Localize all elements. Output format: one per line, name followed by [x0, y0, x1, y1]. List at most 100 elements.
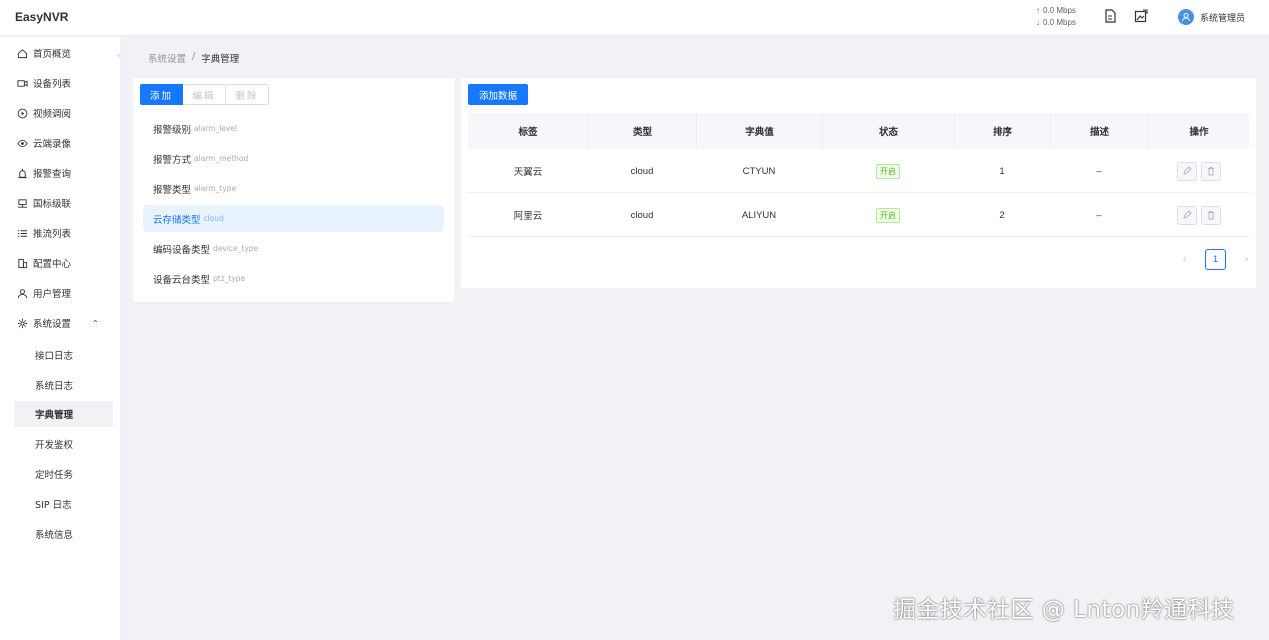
cell-desc: – — [1096, 165, 1102, 177]
sidebar-item-home[interactable]: 首页概览 — [17, 45, 113, 61]
edit-icon — [1182, 166, 1192, 175]
column-header-status: 状态 — [822, 113, 954, 149]
next-page-button[interactable]: › — [1236, 249, 1257, 270]
dict-item-code: alarm_method — [194, 154, 249, 163]
breadcrumb-separator: / — [192, 51, 196, 62]
upload-arrow-icon: ↑ — [1036, 6, 1040, 15]
column-header-actions: 操作 — [1148, 113, 1249, 149]
user-name: 系统管理员 — [1200, 13, 1246, 24]
cell-type: cloud — [630, 209, 654, 221]
edit-icon — [1182, 210, 1192, 219]
sidebar-item-cascade[interactable]: 国标级联 — [17, 195, 113, 211]
edit-row-button[interactable] — [1176, 205, 1197, 225]
watermark: 掘金技术社区 @ Lnton羚通科技 — [893, 597, 1235, 623]
sub-item-system-log[interactable]: 系统日志 — [14, 372, 113, 398]
dict-item-alarm-type[interactable]: 报警类型 alarm_type — [143, 175, 444, 202]
dict-item-alarm-method[interactable]: 报警方式 alarm_method — [143, 145, 444, 172]
breadcrumb-parent[interactable]: 系统设置 — [148, 51, 186, 65]
sidebar-item-label: 系统设置 — [33, 319, 72, 330]
gear-icon — [17, 318, 28, 328]
cell-actions — [1148, 193, 1249, 237]
list-icon — [17, 229, 28, 237]
sub-item-sip-log[interactable]: SIP 日志 — [14, 491, 113, 517]
cell-status: 开启 — [822, 193, 954, 237]
delete-button[interactable]: 删除 — [226, 84, 269, 105]
dictionary-type-panel: 添加 编辑 删除 报警级别 alarm_level 报警方式 alarm_met… — [133, 78, 454, 302]
dict-item-label: 报警级别 — [153, 124, 192, 136]
column-header-value: 字典值 — [696, 113, 822, 149]
table-row: 阿里云 cloud ALIYUN 开启 2 – — [468, 193, 1249, 237]
column-header-desc: 描述 — [1050, 113, 1148, 149]
sub-item-system-info[interactable]: 系统信息 — [14, 521, 113, 547]
dict-item-label: 编码设备类型 — [153, 244, 211, 256]
document-icon[interactable] — [1103, 9, 1117, 23]
home-icon — [17, 48, 28, 58]
sidebar-item-stream-list[interactable]: 推流列表 — [17, 225, 113, 241]
download-speed: 0.0 Mbps — [1043, 18, 1076, 27]
eye-icon — [17, 139, 28, 147]
cell-value: CTYUN — [742, 165, 776, 177]
sidebar-item-cloud-record[interactable]: 云端录像 — [17, 135, 113, 151]
trash-icon — [1207, 167, 1214, 176]
dict-item-ptz-type[interactable]: 设备云台类型 ptz_type — [143, 265, 444, 292]
sidebar: 首页概览 设备列表 视频调阅 云端录像 报警查询 国标级联 推流列表 配置中心 … — [0, 37, 121, 640]
delete-row-button[interactable] — [1200, 205, 1221, 225]
page-number-current[interactable]: 1 — [1205, 249, 1226, 270]
edit-button[interactable]: 编辑 — [183, 84, 226, 105]
sidebar-item-devices[interactable]: 设备列表 — [17, 75, 113, 91]
delete-row-button[interactable] — [1200, 161, 1221, 181]
image-export-icon[interactable] — [1134, 9, 1148, 23]
sidebar-item-label: 报警查询 — [33, 169, 72, 180]
dict-item-label: 报警方式 — [153, 154, 192, 166]
dict-item-code: alarm_type — [194, 184, 237, 193]
network-speed: ↑ 0.0 Mbps ↓ 0.0 Mbps — [1036, 5, 1076, 29]
sidebar-item-alarm[interactable]: 报警查询 — [17, 165, 113, 181]
cell-value: ALIYUN — [741, 209, 777, 221]
dictionary-data-panel: 添加数据 标签 类型 字典值 状态 排序 描述 操作 天翼云 cloud CTY… — [461, 78, 1256, 288]
upload-speed: 0.0 Mbps — [1043, 6, 1076, 15]
user-menu[interactable]: 系统管理员 — [1178, 9, 1245, 25]
play-circle-icon — [17, 108, 28, 118]
table-row: 天翼云 cloud CTYUN 开启 1 – — [468, 149, 1249, 193]
sidebar-item-label: 首页概览 — [33, 49, 72, 60]
sidebar-item-settings[interactable]: 系统设置 ⌃ — [17, 315, 113, 331]
dict-item-alarm-level[interactable]: 报警级别 alarm_level — [143, 115, 444, 142]
sidebar-item-label: 用户管理 — [33, 289, 72, 300]
user-avatar-icon — [1182, 13, 1190, 22]
cell-label: 阿里云 — [513, 211, 543, 222]
trash-icon — [1207, 211, 1214, 220]
top-header: EasyNVR ↑ 0.0 Mbps ↓ 0.0 Mbps 系统管理员 — [0, 0, 1269, 36]
sidebar-item-label: 云端录像 — [33, 139, 72, 150]
dict-item-cloud[interactable]: 云存储类型 cloud — [143, 205, 444, 232]
prev-page-button[interactable]: ‹ — [1174, 249, 1195, 270]
sidebar-item-label: 设备列表 — [33, 79, 72, 90]
breadcrumb-current: 字典管理 — [201, 54, 240, 65]
breadcrumb: 系统设置 / 字典管理 — [148, 51, 239, 65]
sub-item-api-log[interactable]: 接口日志 — [14, 342, 113, 368]
avatar — [1178, 9, 1194, 25]
cell-actions — [1148, 149, 1249, 193]
collapse-sidebar-icon[interactable]: ‹ — [117, 51, 121, 61]
dict-item-code: device_type — [213, 244, 259, 253]
dict-item-label: 报警类型 — [153, 184, 192, 196]
cell-desc: – — [1096, 209, 1102, 221]
edit-row-button[interactable] — [1176, 161, 1197, 181]
cell-status: 开启 — [822, 149, 954, 193]
cell-label: 天翼云 — [513, 167, 543, 178]
column-header-order: 排序 — [954, 113, 1050, 149]
chevron-up-icon: ⌃ — [92, 318, 99, 328]
sub-item-dictionary[interactable]: 字典管理 — [14, 401, 113, 427]
user-icon — [17, 288, 28, 298]
dict-item-device-type[interactable]: 编码设备类型 device_type — [143, 235, 444, 262]
sidebar-item-video[interactable]: 视频调阅 — [17, 105, 113, 121]
sidebar-item-config[interactable]: 配置中心 — [17, 255, 113, 271]
building-icon — [18, 258, 28, 268]
sub-item-scheduled-tasks[interactable]: 定时任务 — [14, 461, 113, 487]
add-button[interactable]: 添加 — [140, 84, 183, 105]
add-data-button[interactable]: 添加数据 — [468, 84, 528, 105]
dict-item-code: cloud — [203, 214, 224, 223]
sidebar-item-users[interactable]: 用户管理 — [17, 285, 113, 301]
column-header-type: 类型 — [588, 113, 696, 149]
sub-item-dev-auth[interactable]: 开发鉴权 — [14, 431, 113, 457]
sidebar-item-label: 推流列表 — [33, 229, 72, 240]
